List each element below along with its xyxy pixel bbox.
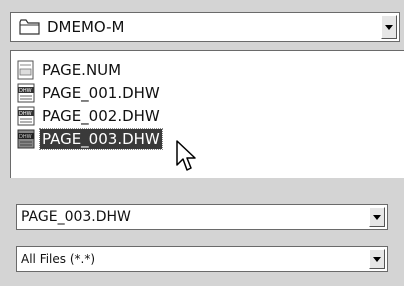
chevron-down-icon (373, 256, 381, 262)
dhw-file-icon: DHW (17, 129, 35, 149)
folder-dropdown-button[interactable] (381, 15, 397, 39)
folder-icon (19, 19, 40, 35)
file-name: PAGE_003.DHW (39, 128, 163, 150)
svg-text:DHW: DHW (19, 111, 32, 117)
mouse-pointer-icon (176, 140, 196, 171)
chevron-down-icon (373, 214, 381, 220)
chevron-down-icon (385, 24, 393, 30)
file-name-value: PAGE_003.DHW (21, 209, 131, 225)
svg-text:DHW: DHW (19, 134, 32, 140)
dhw-file-icon: DHW (17, 106, 35, 126)
file-name: PAGE_001.DHW (42, 84, 160, 102)
svg-text:DHW: DHW (19, 88, 32, 94)
file-name: PAGE.NUM (42, 61, 122, 79)
file-list[interactable]: PAGE.NUM DHW PAGE_001.DHW DHW PAGE_002.D… (10, 50, 404, 178)
file-name: PAGE_002.DHW (42, 107, 160, 125)
file-type-value: All Files (*.*) (21, 252, 96, 266)
list-item[interactable]: DHW PAGE_001.DHW (15, 82, 162, 104)
list-item[interactable]: PAGE.NUM (15, 59, 123, 81)
dhw-file-icon: DHW (17, 83, 35, 103)
file-type-dropdown-button[interactable] (369, 249, 385, 269)
file-name-dropdown-button[interactable] (369, 207, 385, 227)
file-name-select[interactable]: PAGE_003.DHW (16, 204, 388, 230)
file-type-select[interactable]: All Files (*.*) (16, 246, 388, 272)
num-file-icon (17, 60, 34, 80)
list-item[interactable]: DHW PAGE_002.DHW (15, 105, 162, 127)
folder-select-value: DMEMO-M (47, 18, 125, 36)
folder-select[interactable]: DMEMO-M (10, 12, 400, 42)
list-item-selected[interactable]: DHW PAGE_003.DHW (15, 128, 163, 150)
